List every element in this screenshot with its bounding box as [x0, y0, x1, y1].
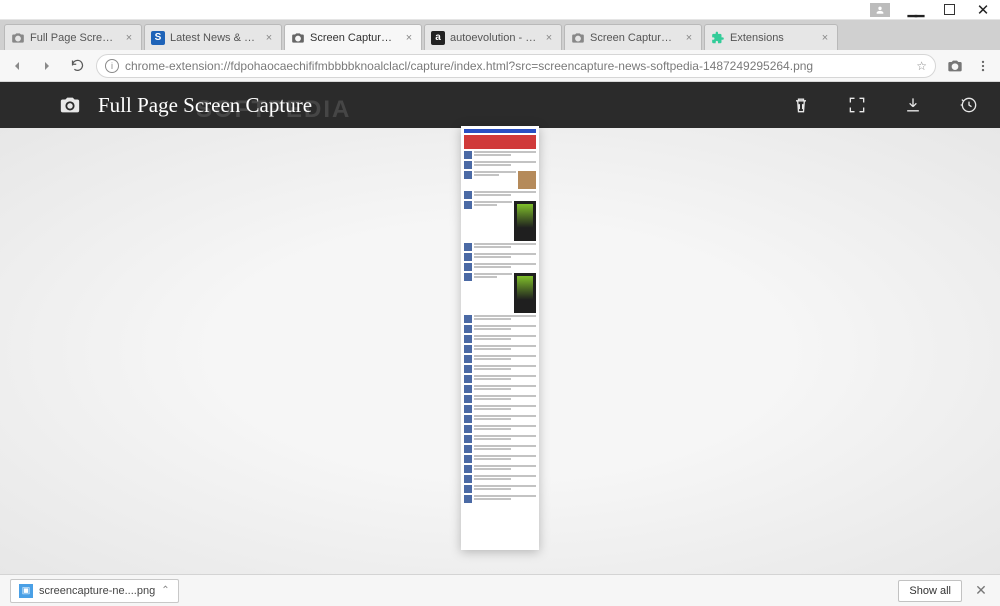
- window-close-button[interactable]: ✕: [966, 0, 1000, 20]
- tab-close-button[interactable]: ×: [263, 32, 275, 44]
- tab-title: Extensions: [730, 32, 814, 44]
- camera-icon: [571, 31, 585, 45]
- omnibox-actions: ☆: [916, 59, 927, 73]
- tab-latest-news[interactable]: S Latest News & Reviews ×: [144, 24, 282, 50]
- chevron-up-icon[interactable]: ⌃: [161, 585, 169, 596]
- tab-close-button[interactable]: ×: [683, 32, 695, 44]
- tab-close-button[interactable]: ×: [123, 32, 135, 44]
- tab-close-button[interactable]: ×: [543, 32, 555, 44]
- extension-header: Full Page Screen Capture SOFTPEDIA: [0, 82, 1000, 128]
- tab-screen-capture-result-active[interactable]: Screen Capture Result ×: [284, 24, 422, 50]
- forward-button[interactable]: [36, 55, 58, 77]
- a-dark-icon: a: [431, 31, 445, 45]
- toolbar: i chrome-extension://fdpohaocaechififmbb…: [0, 50, 1000, 82]
- chrome-menu-button[interactable]: [972, 55, 994, 77]
- capture-preview-image[interactable]: [461, 126, 539, 550]
- bookmark-star-icon[interactable]: ☆: [916, 59, 927, 73]
- address-bar[interactable]: i chrome-extension://fdpohaocaechififmbb…: [96, 54, 936, 78]
- person-icon: [875, 5, 885, 15]
- history-button[interactable]: [958, 94, 980, 116]
- camera-icon: [11, 31, 25, 45]
- tab-close-button[interactable]: ×: [819, 32, 831, 44]
- extension-title: Full Page Screen Capture: [98, 93, 312, 118]
- tab-autoevolution[interactable]: a autoevolution - autom ×: [424, 24, 562, 50]
- back-button[interactable]: [6, 55, 28, 77]
- extension-camera-icon[interactable]: [944, 55, 966, 77]
- tab-title: Full Page Screen Captu: [30, 32, 118, 44]
- download-shelf-close-button[interactable]: ✕: [972, 582, 990, 599]
- download-shelf: ▣ screencapture-ne....png ⌃ Show all ✕: [0, 574, 1000, 606]
- download-button[interactable]: [902, 94, 924, 116]
- app-logo-camera-icon: [56, 94, 84, 116]
- puzzle-icon: [711, 31, 725, 45]
- content-area: [0, 128, 1000, 574]
- show-all-downloads-button[interactable]: Show all: [898, 580, 962, 602]
- url-text: chrome-extension://fdpohaocaechififmbbbb…: [125, 59, 910, 73]
- s-blue-icon: S: [151, 31, 165, 45]
- extension-actions: [790, 94, 980, 116]
- profile-avatar-chip[interactable]: [870, 3, 890, 17]
- window-minimize-button[interactable]: ▁▁: [898, 0, 932, 20]
- fullscreen-button[interactable]: [846, 94, 868, 116]
- tab-strip: Full Page Screen Captu × S Latest News &…: [0, 20, 1000, 50]
- camera-icon: [291, 31, 305, 45]
- tab-title: Screen Capture Result: [590, 32, 678, 44]
- tab-extensions[interactable]: Extensions ×: [704, 24, 838, 50]
- window-titlebar: ▁▁ ✕: [0, 0, 1000, 20]
- tab-title: Screen Capture Result: [310, 32, 398, 44]
- download-item[interactable]: ▣ screencapture-ne....png ⌃: [10, 579, 179, 603]
- image-file-icon: ▣: [19, 584, 33, 598]
- tab-title: autoevolution - autom: [450, 32, 538, 44]
- delete-button[interactable]: [790, 94, 812, 116]
- tab-full-page-screen-capture[interactable]: Full Page Screen Captu ×: [4, 24, 142, 50]
- tab-close-button[interactable]: ×: [403, 32, 415, 44]
- reload-button[interactable]: [66, 55, 88, 77]
- download-filename: screencapture-ne....png: [39, 585, 155, 597]
- site-info-icon[interactable]: i: [105, 59, 119, 73]
- tab-title: Latest News & Reviews: [170, 32, 258, 44]
- window-maximize-button[interactable]: [932, 0, 966, 20]
- tab-screen-capture-result-2[interactable]: Screen Capture Result ×: [564, 24, 702, 50]
